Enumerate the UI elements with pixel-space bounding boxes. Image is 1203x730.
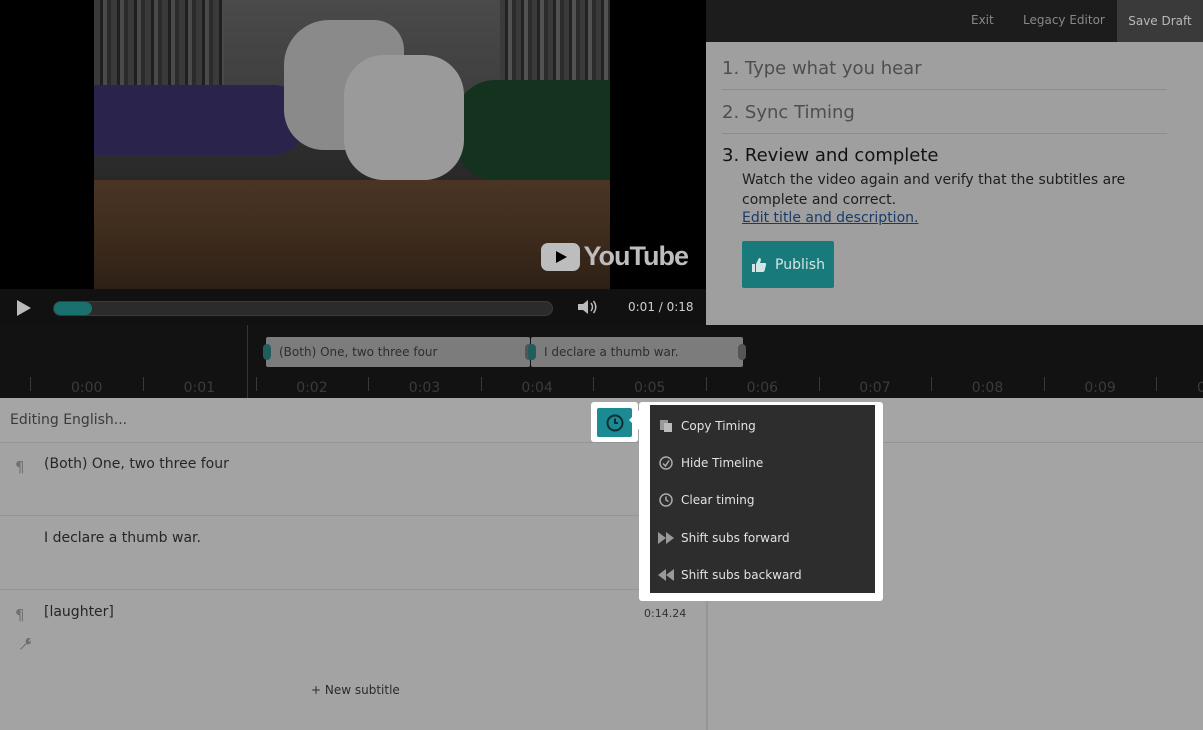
menu-item-label: Hide Timeline <box>681 455 764 470</box>
tick-label: 0:04 <box>521 380 553 396</box>
timeline-block-text: I declare a thumb war. <box>544 345 679 359</box>
block-end-handle[interactable] <box>738 344 746 360</box>
menu-item-label: Shift subs forward <box>681 530 790 545</box>
youtube-logo[interactable]: YouTube <box>540 241 689 272</box>
clock-icon <box>606 414 623 431</box>
timing-menu-list: Copy Timing Hide Timeline Clear timing S… <box>650 405 875 593</box>
tick-mark <box>255 377 257 391</box>
video-player[interactable]: YouTube <box>0 0 706 325</box>
copy-timing-item[interactable]: Copy Timing <box>650 407 875 444</box>
save-draft-button[interactable]: Save Draft <box>1117 0 1203 42</box>
seek-progress <box>54 302 93 315</box>
divider <box>722 133 1167 134</box>
hide-timeline-icon <box>650 455 681 470</box>
youtube-play-icon <box>540 242 580 271</box>
fast-forward-icon <box>650 531 681 545</box>
divider <box>722 89 1167 90</box>
tick-mark <box>1156 377 1158 391</box>
rewind-icon <box>650 568 681 582</box>
wrench-icon[interactable] <box>18 637 32 651</box>
step-description: Watch the video again and verify that th… <box>742 172 1126 208</box>
tick-mark <box>143 377 144 391</box>
hide-timeline-item[interactable]: Hide Timeline <box>650 444 875 481</box>
thumbs-up-icon <box>752 257 767 272</box>
time-readout: 0:01 / 0:18 <box>628 300 694 314</box>
table-surface <box>94 180 610 289</box>
playhead[interactable] <box>247 325 248 398</box>
subtitle-text[interactable]: (Both) One, two three four <box>44 456 229 472</box>
tick-mark <box>706 377 707 391</box>
clear-timing-item[interactable]: Clear timing <box>650 481 875 518</box>
shift-subs-backward-item[interactable]: Shift subs backward <box>650 556 875 593</box>
tick-label: 0:01 <box>183 380 216 396</box>
youtube-wordmark: YouTube <box>583 241 689 271</box>
publish-label: Publish <box>775 256 825 273</box>
paragraph-icon[interactable]: ¶ <box>15 458 25 476</box>
tick-label: 0:00 <box>71 380 103 396</box>
step-sync-timing: 2. Sync Timing <box>722 102 855 123</box>
tick-mark <box>30 377 31 391</box>
seek-bar[interactable] <box>53 301 553 316</box>
shift-subs-forward-item[interactable]: Shift subs forward <box>650 519 875 556</box>
tick-mark <box>818 377 820 391</box>
tick-label: 0:08 <box>971 380 1004 396</box>
editing-language-label: Editing English... <box>10 412 128 428</box>
player-controls: 0:01 / 0:18 <box>0 289 706 325</box>
step-review-and-complete: 3. Review and complete <box>722 145 939 166</box>
top-nav: Exit Legacy Editor Save Draft <box>706 0 1203 42</box>
video-frame[interactable] <box>94 0 610 289</box>
subtitle-row[interactable]: ¶ [laughter] 0:14.24 <box>0 591 706 664</box>
tick-mark <box>593 377 595 391</box>
tick-label: 0:09 <box>1084 380 1116 396</box>
subtitle-text[interactable]: [laughter] <box>44 604 114 620</box>
timing-menu-button[interactable] <box>597 408 632 437</box>
tick-label: 0:06 <box>746 380 779 396</box>
play-icon[interactable] <box>17 300 31 316</box>
timeline[interactable]: (Both) One, two three four I declare a t… <box>0 325 1203 398</box>
step-type-what-you-hear: 1. Type what you hear <box>722 58 922 79</box>
copy-icon <box>650 419 681 433</box>
tick-label: 0:05 <box>634 380 666 396</box>
paragraph-icon[interactable]: ¶ <box>15 606 25 624</box>
instructions-panel: 1. Type what you hear 2. Sync Timing 3. … <box>706 42 1203 325</box>
subtitle-text[interactable]: I declare a thumb war. <box>44 530 201 546</box>
subtitle-row[interactable]: ¶ (Both) One, two three four 0 <box>0 443 706 516</box>
tick-label: 0:02 <box>296 380 328 396</box>
hand-right <box>344 55 464 180</box>
tick-label: 0 <box>1197 380 1203 396</box>
publish-button[interactable]: Publish <box>742 241 834 288</box>
timing-menu: Copy Timing Hide Timeline Clear timing S… <box>639 402 883 601</box>
tick-mark <box>1043 377 1045 391</box>
arm-right <box>455 80 610 180</box>
tick-label: 0:07 <box>859 380 891 396</box>
edit-title-link[interactable]: Edit title and description. <box>742 210 918 226</box>
arm-left <box>94 85 304 155</box>
menu-item-label: Copy Timing <box>681 418 756 433</box>
block-start-handle[interactable] <box>528 344 536 360</box>
timeline-block-text: (Both) One, two three four <box>279 345 438 359</box>
tick-mark <box>368 377 370 391</box>
new-subtitle-button[interactable]: + New subtitle <box>311 683 400 697</box>
timeline-ruler: 0:00 0:01 0:02 0:03 0:04 0:05 0:06 0:07 0:08 0:09… <box>0 375 1203 398</box>
timeline-subtitle-block[interactable]: I declare a thumb war. <box>528 337 746 367</box>
exit-link[interactable]: Exit <box>971 13 994 27</box>
menu-item-label: Clear timing <box>681 492 755 507</box>
clear-timing-icon <box>650 492 681 507</box>
menu-pointer <box>629 410 639 430</box>
volume-icon[interactable] <box>577 299 599 315</box>
subtitle-row[interactable]: I declare a thumb war. 0 <box>0 517 706 590</box>
tick-mark <box>480 377 482 391</box>
tick-mark <box>931 377 933 391</box>
timeline-subtitle-block[interactable]: (Both) One, two three four <box>263 337 533 367</box>
legacy-editor-link[interactable]: Legacy Editor <box>1023 13 1105 27</box>
subtitle-list: ¶ (Both) One, two three four 0 I declare… <box>0 443 706 730</box>
menu-item-label: Shift subs backward <box>681 567 802 582</box>
subtitle-time: 0:14.24 <box>644 607 687 620</box>
block-start-handle[interactable] <box>263 344 271 360</box>
tick-label: 0:03 <box>408 380 441 396</box>
